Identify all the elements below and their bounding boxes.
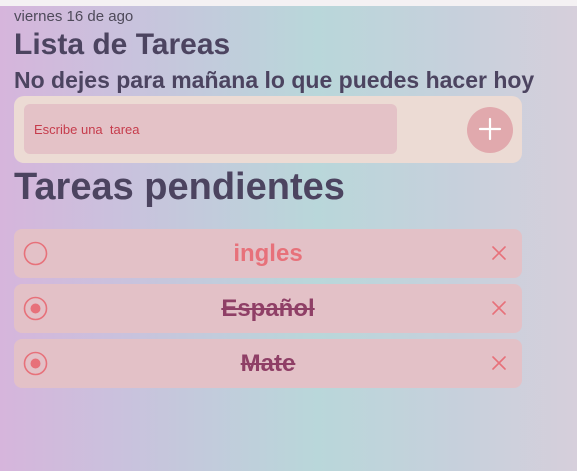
task-label: Mate [240, 349, 296, 377]
task-list: ingles Español Mate [14, 229, 522, 394]
add-task-button[interactable] [467, 107, 513, 153]
close-icon[interactable] [490, 354, 508, 372]
top-strip [0, 0, 577, 6]
page-subtitle: No dejes para mañana lo que puedes hacer… [14, 67, 535, 93]
radio-checked-icon[interactable] [23, 351, 48, 376]
task-item: ingles [14, 229, 522, 278]
page-title: Lista de Tareas [14, 28, 231, 61]
task-label: ingles [233, 239, 303, 267]
add-task-form [14, 96, 522, 163]
plus-icon [478, 117, 502, 144]
task-item: Español [14, 284, 522, 333]
date-label: viernes 16 de ago [14, 8, 134, 25]
task-label: Español [221, 294, 315, 322]
task-input[interactable] [24, 104, 397, 154]
close-icon[interactable] [490, 299, 508, 317]
radio-unchecked-icon[interactable] [23, 241, 48, 266]
radio-checked-icon[interactable] [23, 296, 48, 321]
close-icon[interactable] [490, 244, 508, 262]
section-title: Tareas pendientes [14, 166, 345, 208]
task-item: Mate [14, 339, 522, 388]
